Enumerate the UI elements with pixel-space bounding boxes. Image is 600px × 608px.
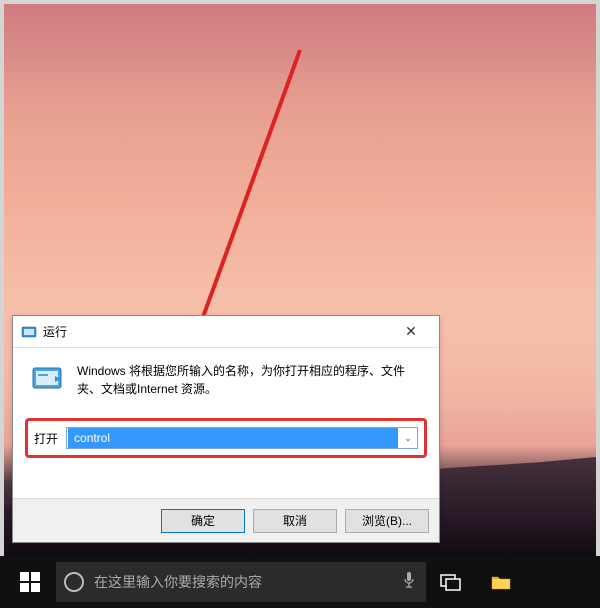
run-app-icon	[31, 362, 65, 396]
start-button[interactable]	[4, 556, 56, 608]
run-input-field[interactable]	[68, 428, 398, 448]
close-button[interactable]: ✕	[391, 318, 431, 346]
cancel-button[interactable]: 取消	[253, 509, 337, 533]
microphone-icon[interactable]	[402, 571, 418, 594]
search-placeholder-text: 在这里输入你要搜索的内容	[94, 572, 392, 592]
folder-icon	[491, 574, 511, 590]
run-open-label: 打开	[34, 430, 58, 447]
run-description: Windows 将根据您所输入的名称，为你打开相应的程序、文件夹、文档或Inte…	[77, 362, 421, 398]
file-explorer-taskbar-item[interactable]	[476, 556, 526, 608]
chevron-down-icon[interactable]: ⌄	[399, 433, 417, 444]
windows-logo-icon	[20, 572, 40, 592]
ok-button[interactable]: 确定	[161, 509, 245, 533]
taskbar: 在这里输入你要搜索的内容	[0, 556, 600, 608]
cortana-icon	[64, 572, 84, 592]
run-input-combobox[interactable]: ⌄	[66, 427, 418, 449]
browse-button[interactable]: 浏览(B)...	[345, 509, 429, 533]
run-title: 运行	[43, 323, 391, 340]
run-title-icon	[21, 324, 37, 340]
run-body: Windows 将根据您所输入的名称，为你打开相应的程序、文件夹、文档或Inte…	[13, 348, 439, 466]
run-dialog: 运行 ✕ Windows 将根据您所输入的名称，为你打开相应的程序、文件夹、文档…	[12, 315, 440, 543]
run-footer: 确定 取消 浏览(B)...	[13, 498, 439, 542]
taskbar-search-box[interactable]: 在这里输入你要搜索的内容	[56, 562, 426, 602]
task-view-button[interactable]	[426, 556, 476, 608]
task-view-icon	[440, 573, 462, 591]
close-icon: ✕	[405, 323, 417, 340]
run-titlebar: 运行 ✕	[13, 316, 439, 348]
run-input-highlight-box: 打开 ⌄	[25, 418, 427, 458]
